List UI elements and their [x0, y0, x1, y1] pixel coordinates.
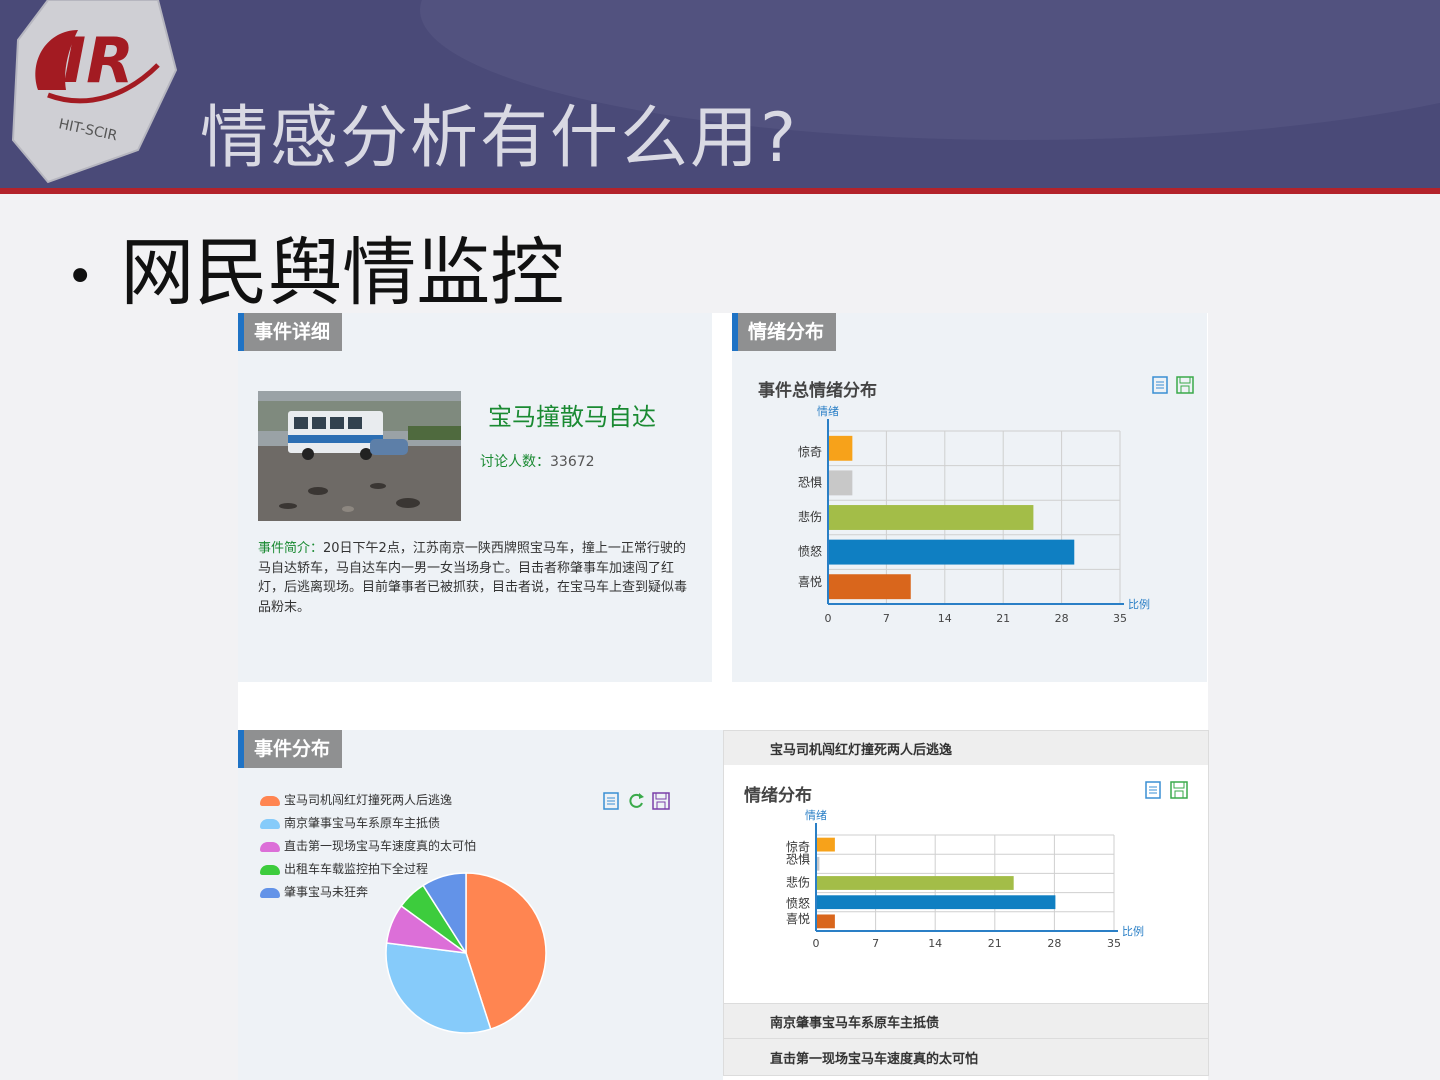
legend-item[interactable]: 宝马司机闯红灯撞死两人后逃逸	[260, 792, 452, 808]
category-label: 恐惧	[798, 474, 822, 489]
legend-label: 直击第一现场宝马车速度真的太可怕	[284, 839, 477, 853]
legend-item[interactable]: 直击第一现场宝马车速度真的太可怕	[260, 838, 476, 854]
lab-logo: IR HIT-SCIR	[8, 0, 178, 185]
bar-sad	[817, 876, 1014, 890]
category-label: 喜悦	[786, 912, 810, 926]
category-label: 恐惧	[786, 851, 810, 866]
x-tick-label: 7	[872, 937, 879, 950]
event-pie-chart	[385, 872, 547, 1034]
x-tick-label: 35	[1113, 612, 1127, 625]
x-tick-label: 35	[1107, 937, 1121, 950]
chart-title-overall: 事件总情绪分布	[758, 381, 877, 401]
header-divider	[0, 188, 1440, 194]
bar-surprise	[829, 435, 853, 461]
event-detail-panel: 事件详细 宝马撞散马自达 讨论人数：33672 事件简介：20日下午2点，江苏南…	[238, 313, 712, 682]
legend-swatch	[260, 864, 280, 875]
legend-item[interactable]: 肇事宝马未狂奔	[260, 884, 368, 900]
logo-letters: IR	[63, 24, 134, 97]
bullet-item: • 网民舆情监控	[66, 228, 564, 322]
category-label: 惊奇	[798, 444, 822, 459]
bar-joy	[829, 574, 911, 600]
event-dist-panel: 事件分布 宝马司机闯红灯撞死两人后逃逸 南京肇事宝马车系原车主抵债直击第一现场宝马…	[238, 730, 723, 1080]
refresh-icon[interactable]	[627, 792, 644, 810]
bar-surprise	[817, 837, 835, 852]
emotion-dist-panel: 情绪分布 0 7 14 21 28 35 惊奇 恐惧 悲伤 愤怒 喜悦 情绪 比例	[723, 765, 1209, 1003]
bar-anger	[817, 895, 1056, 910]
legend-item[interactable]: 南京肇事宝马车系原车主抵债	[260, 815, 440, 831]
discuss-count: 33672	[550, 454, 595, 470]
save-icon[interactable]	[652, 792, 670, 810]
emotion-panel: 情绪分布 事件总情绪分布 0 7 14 21 28 35 惊奇恐惧悲伤愤怒喜悦 情绪比例	[732, 313, 1207, 682]
legend-swatch	[260, 795, 280, 806]
emotion-bar-chart-event: 0 7 14 21 28 35惊奇恐惧悲伤愤怒喜悦情绪比例	[786, 809, 1144, 950]
bar-anger	[829, 539, 1075, 565]
event-photo	[258, 391, 461, 521]
slide-title: 情感分析有什么用?	[200, 99, 799, 178]
bullet-text: 网民舆情监控	[120, 230, 565, 316]
document-icon[interactable]	[603, 792, 619, 810]
list-row-2-label: 南京肇事宝马车系原车主抵债	[770, 1016, 940, 1031]
discuss-label: 讨论人数：	[480, 454, 550, 470]
y-axis-label: 情绪	[817, 405, 839, 418]
event-summary: 事件简介：20日下午2点，江苏南京一陕西牌照宝马车，撞上一正常行驶的马自达轿车，…	[258, 539, 688, 617]
tab-event-dist[interactable]: 事件分布	[238, 730, 343, 768]
legend-swatch	[260, 818, 280, 829]
list-row-2[interactable]: 南京肇事宝马车系原车主抵债	[723, 1003, 1209, 1039]
x-tick-label: 14	[938, 612, 952, 625]
emotion-bar-chart-overall: 0 7 14 21 28 35 惊奇恐惧悲伤愤怒喜悦 情绪比例	[798, 405, 1150, 625]
category-label: 愤怒	[786, 896, 810, 911]
chart-title-event: 情绪分布	[744, 786, 812, 806]
bar-fear	[829, 470, 853, 496]
x-tick-label: 14	[928, 937, 942, 950]
x-tick-label: 7	[883, 612, 890, 625]
save-icon[interactable]	[1170, 781, 1188, 799]
bullet-dot: •	[66, 249, 95, 306]
slide-header: IR HIT-SCIR 情感分析有什么用?	[0, 0, 1440, 188]
list-row-1-label: 宝马司机闯红灯撞死两人后逃逸	[770, 743, 953, 758]
x-axis-label: 比例	[1122, 924, 1144, 938]
bar-fear	[817, 856, 820, 871]
x-tick-label: 21	[988, 937, 1002, 950]
category-label: 愤怒	[798, 544, 822, 559]
x-tick-label: 0	[813, 937, 820, 950]
x-tick-label: 28	[1047, 937, 1061, 950]
list-row-3[interactable]: 直击第一现场宝马车速度真的太可怕	[723, 1038, 1209, 1076]
document-icon[interactable]	[1145, 781, 1161, 799]
x-tick-label: 28	[1055, 612, 1069, 625]
category-label: 悲伤	[786, 875, 810, 890]
y-axis-label: 情绪	[805, 809, 827, 822]
category-label: 悲伤	[798, 509, 822, 524]
bar-joy	[817, 914, 835, 929]
event-name: 宝马撞散马自达	[488, 403, 656, 431]
legend-swatch	[260, 841, 280, 852]
summary-text: 20日下午2点，江苏南京一陕西牌照宝马车，撞上一正常行驶的马自达轿车，马自达车内…	[258, 541, 688, 615]
summary-label: 事件简介：	[258, 541, 324, 556]
legend-label: 肇事宝马未狂奔	[284, 885, 369, 899]
list-row-3-label: 直击第一现场宝马车速度真的太可怕	[770, 1052, 979, 1067]
tab-emotion[interactable]: 情绪分布	[732, 313, 837, 351]
legend-swatch	[260, 887, 280, 898]
legend-label: 宝马司机闯红灯撞死两人后逃逸	[284, 793, 453, 807]
bar-sad	[829, 505, 1034, 530]
x-tick-label: 21	[996, 612, 1010, 625]
document-icon[interactable]	[1152, 376, 1168, 394]
x-axis-label: 比例	[1128, 597, 1150, 611]
category-label: 喜悦	[798, 575, 822, 589]
list-row-1[interactable]: 宝马司机闯红灯撞死两人后逃逸	[723, 730, 1209, 766]
save-icon[interactable]	[1176, 376, 1194, 394]
legend-label: 南京肇事宝马车系原车主抵债	[284, 816, 441, 830]
x-tick-label: 0	[825, 612, 832, 625]
discuss-count-line: 讨论人数：33672	[480, 451, 595, 471]
tab-event-detail[interactable]: 事件详细	[238, 313, 343, 351]
